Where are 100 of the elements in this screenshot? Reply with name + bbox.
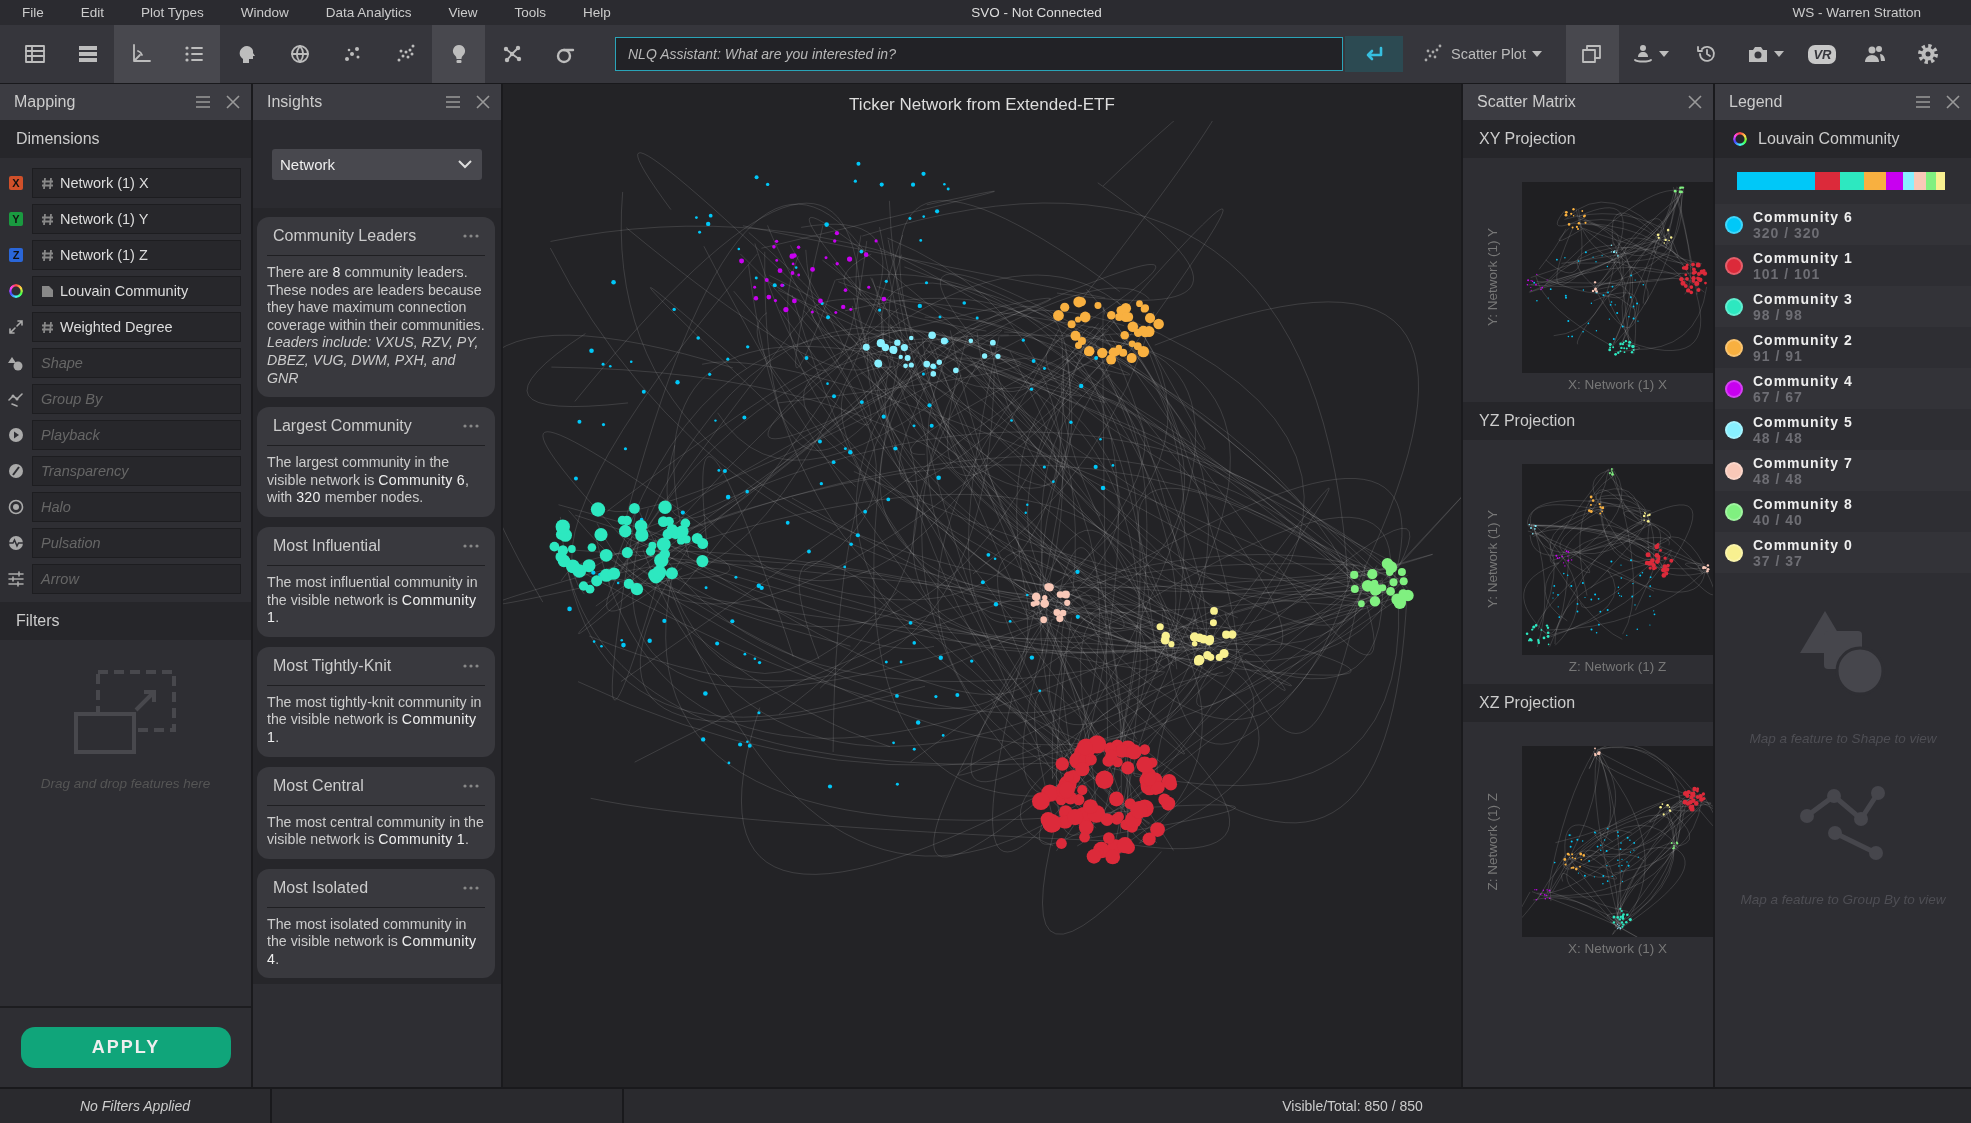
caret-icon [1658,51,1669,57]
card-title: Most Tightly-Knit [273,656,392,675]
more-icon[interactable] [463,663,479,668]
mapping-field[interactable]: Weighted Degree [32,312,241,342]
menu-icon[interactable] [1915,94,1931,110]
hash-icon [41,212,54,226]
mapping-field[interactable]: Louvain Community [32,276,241,306]
line-chart-icon [1800,786,1886,860]
legend-count: 48 / 48 [1753,470,1803,487]
menu-item[interactable]: Edit [80,5,105,20]
drag-drop-icon [73,670,178,754]
card-title: Most Isolated [273,878,369,897]
close-icon[interactable] [1945,94,1961,110]
legend-item[interactable]: Community 3 98 / 98 [1715,286,1971,327]
card-text: The most central community in the visible network is Community 1. [267,813,485,849]
axis-label: Z: Network (1) Z [1485,792,1500,891]
legend-count: 48 / 48 [1753,429,1803,446]
legend-label: Community 8 [1753,495,1853,512]
color-wheel-icon [9,284,23,298]
legend-label: Community 6 [1753,208,1853,225]
legend-count: 67 / 67 [1753,388,1803,405]
legend-label: Community 1 [1753,249,1853,266]
menu-item[interactable]: File [22,5,44,20]
pulse-icon [8,535,24,551]
legend-item[interactable]: Community 7 48 / 48 [1715,450,1971,491]
settings-icon [1916,42,1941,66]
color-wheel-icon [1733,132,1747,146]
panel-title: Scatter Matrix [1477,93,1577,111]
axis-badge: Z [9,248,23,262]
field-value: Network (1) X [60,175,149,191]
mapping-field[interactable]: Network (1) X [32,168,241,198]
card-text: There are 8 community leaders. These nodes are leaders because they have maximum connection coverage within their communities. Leaders include: VXUS, RZV, PY, DBEZ, VUG, DWM, PXH, and GNR [267,264,485,388]
axis-label: Y: Network (1) Y [1485,228,1500,327]
legend-item[interactable]: Community 0 37 / 37 [1715,532,1971,573]
halo-icon [8,499,24,515]
more-icon[interactable] [463,543,479,548]
panel-title: Mapping [14,93,77,111]
legend-item[interactable]: Community 6 320 / 320 [1715,204,1971,245]
legend-count: 320 / 320 [1753,224,1821,241]
field-value: Weighted Degree [60,319,173,335]
window-title: SVO - Not Connected [970,5,1102,20]
axis-label: Y: Network (1) Y [1485,510,1500,609]
field-value: Network (1) Z [60,247,148,263]
menu-icon[interactable] [445,94,461,110]
card-title: Community Leaders [273,227,417,245]
card-text: The most tightly-knit community in the visible network is Community 1. [267,693,483,747]
user-name[interactable]: WS - Warren Stratton [1792,5,1921,20]
legend-count: 91 / 91 [1753,347,1803,364]
field-value: Louvain Community [60,283,189,299]
plot-type-dropdown[interactable]: Scatter Plot [1413,36,1550,72]
mapping-field[interactable]: Network (1) Y [32,204,241,234]
more-icon[interactable] [463,424,479,429]
menu-item[interactable]: Window [240,5,289,20]
legend-item[interactable]: Community 4 67 / 67 [1715,368,1971,409]
field-value: Network (1) Y [60,211,149,227]
more-icon[interactable] [463,783,479,788]
close-icon[interactable] [475,94,491,110]
more-icon[interactable] [463,885,479,890]
legend-count: 40 / 40 [1753,511,1803,528]
enter-button[interactable] [1345,36,1403,72]
legend-label: Community 7 [1753,454,1853,471]
nlq-search-field[interactable]: NLQ Assistant: What are you interested in? [615,37,1343,71]
menu-icon[interactable] [195,94,211,110]
legend-label: Community 3 [1753,290,1853,307]
toolbar-button[interactable] [167,25,220,83]
section-title: Filters [0,602,251,640]
toolbar-button[interactable] [1565,25,1619,83]
transparency-icon [8,463,24,479]
menu-item[interactable]: Plot Types [141,5,204,20]
section-title: XY Projection [1463,120,1713,158]
axis-label: X: Network (1) X [1567,377,1668,392]
card-text: The most isolated community in the visible network is Community 4. [267,915,478,969]
more-icon[interactable] [463,234,479,238]
section-title: XZ Projection [1463,684,1713,722]
toolbar-button[interactable]: VR [1795,25,1849,83]
hash-icon [41,248,54,262]
shapes-icon [8,355,24,371]
menu-item[interactable]: Data Analytics [325,5,412,20]
resize-icon [8,319,24,335]
sliders-icon [8,571,24,587]
menu-item[interactable]: Tools [514,5,546,20]
close-icon[interactable] [1687,94,1703,110]
view-dropdown[interactable]: Network [272,148,482,180]
toolbar-button[interactable] [432,25,485,83]
toolbar-button[interactable] [114,25,167,83]
card-text: The most influential community in the visible network is Community 1. [267,573,479,627]
panel-title: Legend [1729,93,1784,111]
axis-label: Z: Network (1) Z [1567,659,1668,674]
card-title: Most Central [273,776,364,795]
mapping-field[interactable]: Network (1) Z [32,240,241,270]
close-icon[interactable] [225,94,241,110]
menu-item[interactable]: View [448,5,478,20]
play-icon [8,427,24,443]
legend-label: Community 4 [1753,372,1853,389]
card-title: Largest Community [273,417,412,436]
chart-title: Ticker Network from Extended-ETF [848,94,1116,116]
caret-icon [1531,51,1542,57]
menu-item[interactable]: Help [582,5,611,20]
panel-title: Insights [267,93,324,111]
section-title: YZ Projection [1463,402,1713,440]
